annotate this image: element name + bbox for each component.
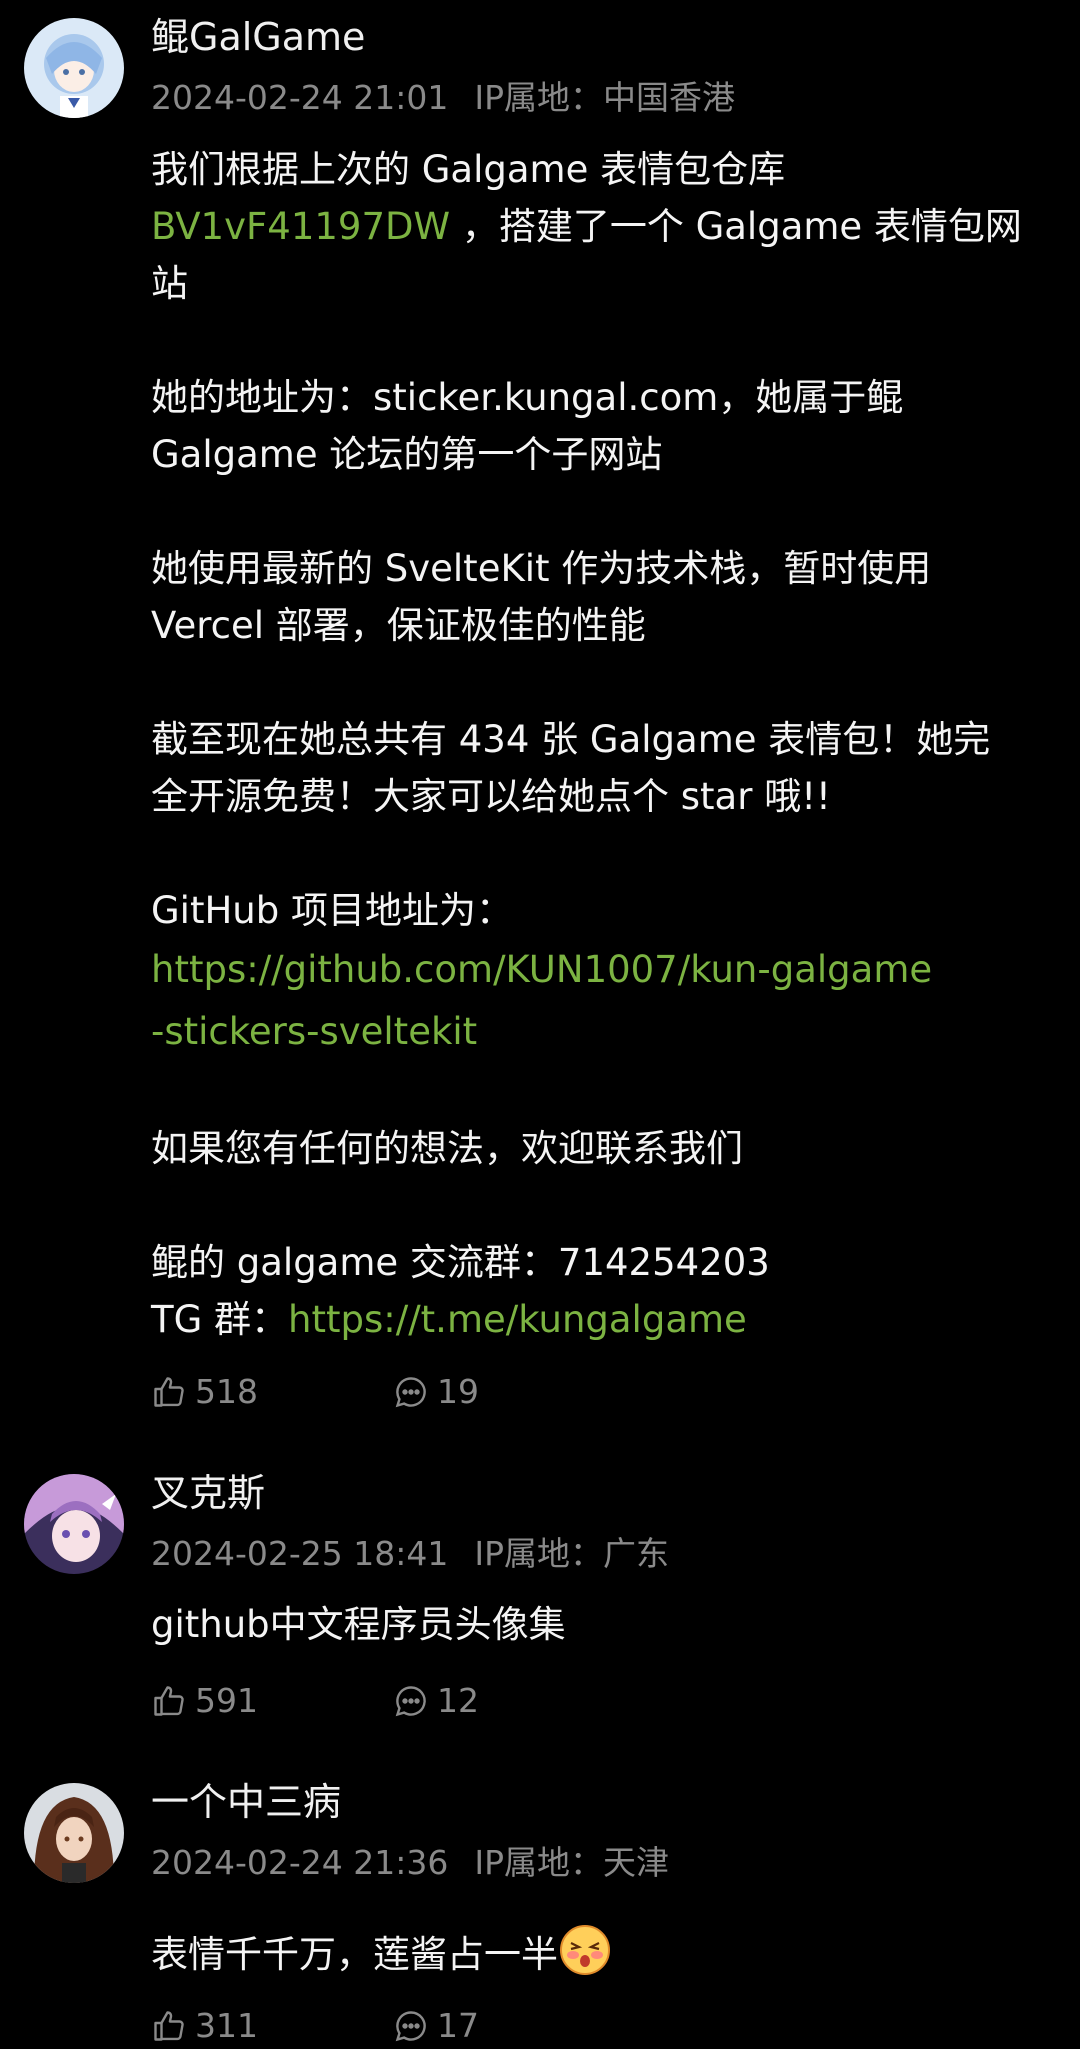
comment-date: 2024-02-24 21:36 [151,1843,449,1882]
thumbs-up-icon [154,2011,184,2041]
reply-count: 19 [437,1372,479,1411]
username[interactable]: 叉克斯 [151,1470,265,1516]
text-line: 她的地址为：sticker.kungal.com，她属于鲲 [151,376,904,419]
text-line: TG 群：https://t.me/kungalgame [151,1291,1051,1348]
like-count: 518 [195,1372,258,1411]
text-line: BV1vF41197DW ，搭建了一个 Galgame 表情包网 [151,198,1051,255]
speech-bubble-icon [395,1377,426,1408]
speech-bubble-icon [395,2011,426,2042]
thumbs-up-icon [154,1686,184,1716]
like-count: 591 [195,1681,258,1720]
reply-button[interactable]: 17 [393,2006,479,2046]
reply-button[interactable]: 12 [393,1681,479,1721]
video-link[interactable]: BV1vF41197DW [151,205,450,248]
text-line: 鲲的 galgame 交流群：714254203 [151,1241,770,1284]
avatar[interactable] [24,18,124,118]
text-line: 如果您有任何的想法，欢迎联系我们 [151,1127,743,1170]
ip-location: IP属地：广东 [474,1534,670,1573]
like-count: 311 [195,2006,258,2045]
comment-meta: 2024-02-24 21:36 IP属地：天津 [151,1843,669,1883]
text-line: 全开源免费！大家可以给她点个 star 哦!! [151,775,831,818]
ip-location: IP属地：中国香港 [474,78,736,117]
text-span: ，搭建了一个 Galgame 表情包网 [450,205,1022,248]
telegram-link[interactable]: https://t.me/kungalgame [288,1298,747,1341]
text-line: 表情千千万，莲酱占一半 [151,1923,1051,1983]
thumbs-up-icon [154,1377,184,1407]
comment-text: 表情千千万，莲酱占一半 [151,1923,1051,1983]
username[interactable]: 一个中三病 [151,1779,341,1825]
comment-text: github中文程序员头像集 [151,1596,1051,1653]
github-link-continued[interactable]: -stickers-sveltekit [151,1001,1051,1063]
text-line: 站 [151,262,188,305]
reply-button[interactable]: 19 [393,1372,479,1412]
like-button[interactable]: 591 [151,1681,258,1721]
comment-date: 2024-02-25 18:41 [151,1534,449,1573]
comment-date: 2024-02-24 21:01 [151,78,449,117]
github-link[interactable]: https://github.com/KUN1007/kun-galgame [151,939,1051,1001]
text-line: Galgame 论坛的第一个子网站 [151,433,663,476]
comment-meta: 2024-02-25 18:41 IP属地：广东 [151,1534,669,1574]
avatar[interactable] [24,1783,124,1883]
ip-location: IP属地：天津 [474,1843,670,1882]
username[interactable]: 鲲GalGame [151,14,365,60]
text-line: GitHub 项目地址为： [151,889,513,932]
text-line: 我们根据上次的 Galgame 表情包仓库 [151,148,786,191]
blushing-emoji-icon [560,1925,610,1975]
comment-text: 我们根据上次的 Galgame 表情包仓库 BV1vF41197DW ，搭建了一… [151,141,1051,1348]
like-button[interactable]: 518 [151,1372,258,1412]
text-line: github中文程序员头像集 [151,1603,566,1646]
reply-count: 12 [437,1681,479,1720]
text-span: TG 群： [151,1298,289,1341]
reply-count: 17 [437,2006,479,2045]
speech-bubble-icon [395,1686,426,1717]
text-line: Vercel 部署，保证极佳的性能 [151,604,646,647]
like-button[interactable]: 311 [151,2006,258,2046]
avatar[interactable] [24,1474,124,1574]
text-line: 截至现在她总共有 434 张 Galgame 表情包！她完 [151,718,991,761]
text-span: 表情千千万，莲酱占一半 [151,1933,558,1976]
comment-meta: 2024-02-24 21:01 IP属地：中国香港 [151,78,735,118]
text-line: 她使用最新的 SvelteKit 作为技术栈，暂时使用 [151,547,932,590]
